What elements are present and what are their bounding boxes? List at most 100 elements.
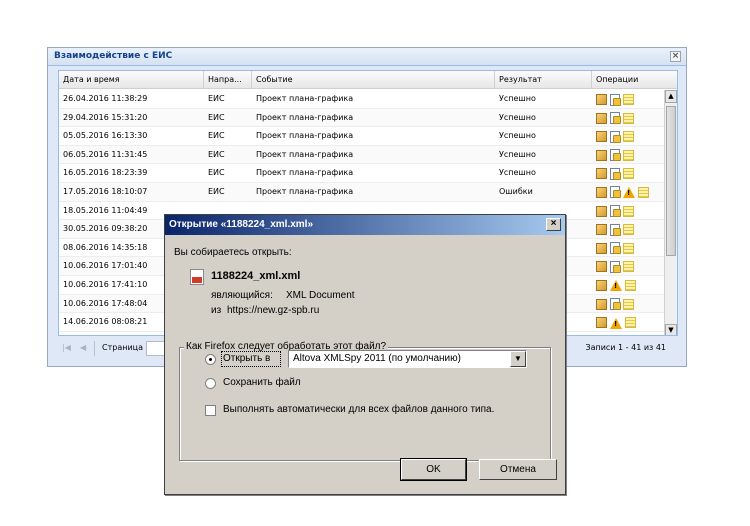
- table-row[interactable]: 05.05.2016 16:13:30 ЕИС Проект плана-графи…: [59, 127, 666, 146]
- scroll-up-button[interactable]: ▲: [665, 90, 677, 103]
- grid-vertical-scrollbar[interactable]: ▲ ▼: [664, 90, 677, 335]
- box-icon[interactable]: [596, 205, 607, 217]
- cell-datetime: 29.04.2016 15:31:20: [63, 112, 148, 122]
- box-icon[interactable]: [596, 224, 607, 236]
- column-header-operations[interactable]: Операции: [592, 71, 677, 89]
- file-type-label: являющийся:: [211, 290, 273, 301]
- operations-cell: [595, 297, 635, 312]
- doc-icon[interactable]: [610, 93, 621, 106]
- cell-result: Успешно: [499, 168, 536, 178]
- operations-cell: [595, 92, 635, 107]
- file-source-value: https://new.gz-spb.ru: [227, 305, 320, 316]
- column-header-datetime[interactable]: Дата и время: [59, 71, 204, 89]
- note-icon[interactable]: [623, 242, 634, 254]
- cell-result: Успешно: [499, 131, 536, 141]
- ok-button[interactable]: OK: [400, 458, 467, 481]
- prev-page-icon[interactable]: ◀: [80, 343, 90, 353]
- file-type-value: XML Document: [286, 290, 355, 301]
- box-icon[interactable]: [596, 242, 607, 254]
- records-info: Записи 1 - 41 из 41: [585, 343, 666, 352]
- box-icon[interactable]: [596, 186, 607, 198]
- cell-direction: ЕИС: [208, 149, 225, 159]
- open-with-radio[interactable]: [205, 354, 216, 365]
- first-page-icon[interactable]: |◀: [62, 343, 72, 353]
- doc-icon[interactable]: [610, 260, 621, 273]
- table-row[interactable]: 26.04.2016 11:38:29 ЕИС Проект плана-графи…: [59, 90, 666, 109]
- note-icon[interactable]: [623, 94, 634, 105]
- box-icon[interactable]: [596, 279, 607, 291]
- column-header-event[interactable]: Событие: [252, 71, 495, 89]
- note-icon[interactable]: [638, 186, 649, 198]
- dialog-title: Открытие «1188224_xml.xml»: [169, 219, 314, 230]
- scroll-thumb[interactable]: [666, 106, 676, 256]
- doc-icon[interactable]: [610, 112, 621, 125]
- cell-datetime: 17.05.2016 18:10:07: [63, 186, 148, 196]
- note-icon[interactable]: [623, 224, 634, 236]
- note-icon[interactable]: [623, 131, 634, 143]
- box-icon[interactable]: [596, 317, 607, 329]
- doc-icon[interactable]: [610, 167, 621, 180]
- operations-cell: [595, 111, 635, 126]
- cell-direction: ЕИС: [208, 168, 225, 178]
- table-row[interactable]: 17.05.2016 18:10:07 ЕИС Проект плана-графи…: [59, 182, 666, 202]
- save-file-label[interactable]: Сохранить файл: [223, 377, 301, 388]
- note-icon[interactable]: [623, 205, 634, 217]
- cell-direction: ЕИС: [208, 94, 225, 103]
- open-with-label[interactable]: Открыть в: [223, 353, 270, 364]
- cell-datetime: 06.05.2016 11:31:45: [63, 149, 148, 159]
- warning-icon[interactable]: [623, 187, 635, 199]
- note-icon[interactable]: [623, 298, 634, 310]
- doc-icon[interactable]: [610, 298, 621, 311]
- doc-icon[interactable]: [610, 186, 621, 199]
- warning-icon[interactable]: [610, 317, 622, 329]
- doc-icon[interactable]: [610, 242, 621, 255]
- doc-icon[interactable]: [610, 149, 621, 162]
- note-icon[interactable]: [625, 279, 636, 291]
- operations-cell: [595, 222, 635, 237]
- column-header-direction[interactable]: Напра...: [204, 71, 252, 89]
- box-icon[interactable]: [596, 261, 607, 273]
- dialog-intro-text: Вы собираетесь открыть:: [174, 247, 292, 258]
- note-icon[interactable]: [623, 168, 634, 180]
- scroll-down-button[interactable]: ▼: [665, 324, 677, 335]
- window-close-button[interactable]: ×: [670, 51, 681, 62]
- cell-datetime: 05.05.2016 16:13:30: [63, 131, 148, 141]
- operations-cell: [595, 241, 635, 256]
- auto-action-checkbox[interactable]: [205, 405, 216, 416]
- open-file-dialog: Открытие «1188224_xml.xml» × Вы собирает…: [164, 214, 566, 495]
- operations-cell: [595, 259, 635, 274]
- operations-cell: [595, 204, 635, 219]
- table-row[interactable]: 29.04.2016 15:31:20 ЕИС Проект плана-графи…: [59, 108, 666, 128]
- operations-cell: [595, 278, 637, 293]
- operations-cell: [595, 129, 635, 144]
- doc-icon[interactable]: [610, 223, 621, 236]
- save-file-radio[interactable]: [205, 378, 216, 389]
- cancel-button[interactable]: Отмена: [479, 459, 557, 480]
- table-row[interactable]: 16.05.2016 18:23:39 ЕИС Проект плана-графи…: [59, 164, 666, 183]
- note-icon[interactable]: [625, 317, 636, 329]
- box-icon[interactable]: [596, 149, 607, 161]
- cell-event: Проект плана-графика: [256, 149, 354, 159]
- dialog-close-button[interactable]: ×: [546, 218, 561, 231]
- box-icon[interactable]: [596, 131, 607, 143]
- note-icon[interactable]: [623, 261, 634, 273]
- doc-icon[interactable]: [610, 205, 621, 218]
- box-icon[interactable]: [596, 298, 607, 310]
- doc-icon[interactable]: [610, 130, 621, 143]
- operations-cell: [595, 166, 635, 181]
- auto-action-label[interactable]: Выполнять автоматически для всех файлов …: [223, 404, 494, 415]
- box-icon[interactable]: [596, 94, 607, 105]
- application-select[interactable]: Altova XMLSpy 2011 (по умолчанию) ▼: [288, 350, 527, 368]
- cell-event: Проект плана-графика: [256, 112, 354, 122]
- note-icon[interactable]: [623, 112, 634, 124]
- dialog-body: Вы собираетесь открыть: 1188224_xml.xml …: [165, 235, 565, 494]
- page-label: Страница: [102, 343, 144, 352]
- box-icon[interactable]: [596, 168, 607, 180]
- chevron-down-icon[interactable]: ▼: [510, 351, 526, 367]
- box-icon[interactable]: [596, 112, 607, 124]
- grid-header: Дата и время Напра... Событие Результат …: [59, 71, 677, 89]
- note-icon[interactable]: [623, 149, 634, 161]
- table-row[interactable]: 06.05.2016 11:31:45 ЕИС Проект плана-графи…: [59, 145, 666, 165]
- column-header-result[interactable]: Результат: [495, 71, 592, 89]
- warning-icon[interactable]: [610, 280, 622, 292]
